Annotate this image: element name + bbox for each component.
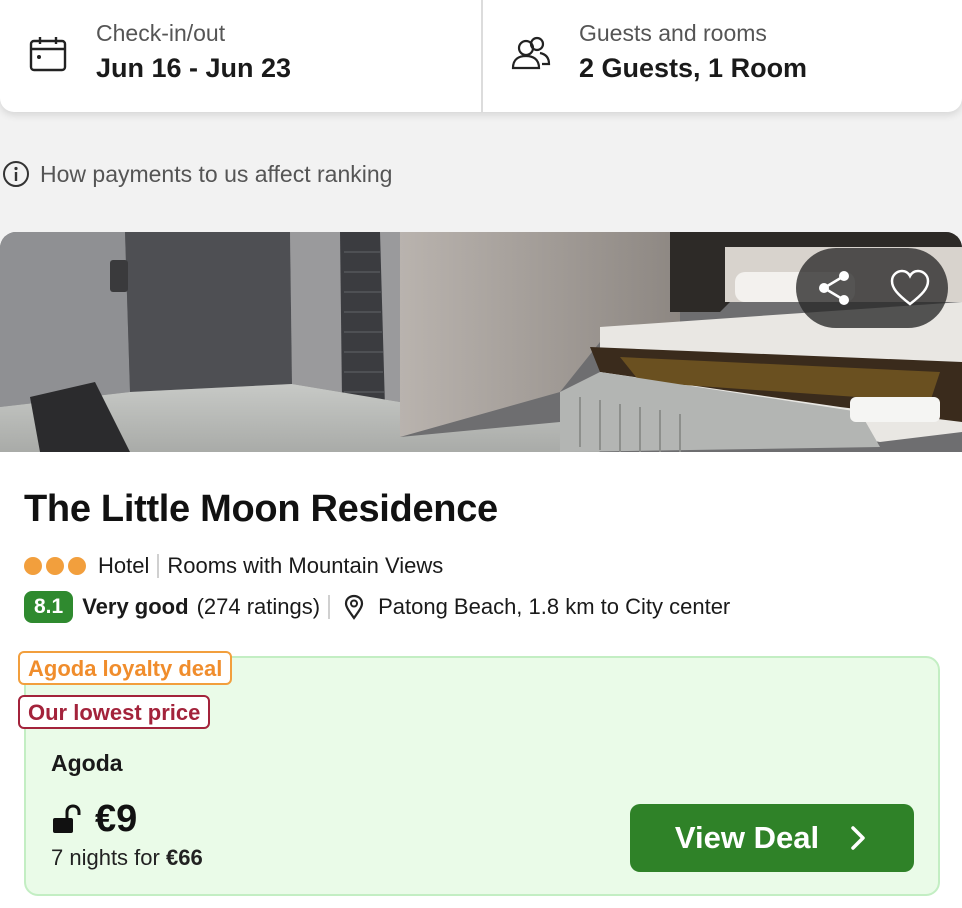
checkin-label: Check-in/out — [96, 20, 226, 46]
star-dot — [68, 557, 86, 575]
favorite-button[interactable] — [887, 265, 933, 311]
hotel-meta-row: Hotel Rooms with Mountain Views — [24, 552, 443, 580]
share-icon — [819, 271, 849, 305]
map-pin-icon — [344, 594, 364, 620]
rating-word: Very good — [82, 594, 189, 619]
total-price: €66 — [165, 845, 203, 870]
star-rating — [24, 557, 86, 575]
rating-count[interactable]: (274 ratings) — [197, 594, 321, 620]
guests-field[interactable]: Guests and rooms 2 Guests, 1 Room — [483, 0, 962, 112]
view-deal-button[interactable]: View Deal — [630, 804, 914, 872]
divider — [328, 595, 331, 619]
hotel-type: Hotel — [98, 553, 150, 578]
calendar-icon — [29, 37, 67, 72]
info-icon — [3, 161, 29, 187]
heart-icon — [890, 269, 930, 306]
unlock-icon — [53, 803, 81, 833]
checkin-value: Jun 16 - Jun 23 — [96, 53, 292, 83]
share-button[interactable] — [811, 265, 857, 311]
total-price-line: 7 nights for €66 — [51, 845, 203, 871]
score-badge: 8.1 — [24, 591, 74, 623]
hotel-location[interactable]: Patong Beach, 1.8 km to City center — [378, 594, 730, 620]
chevron-right-icon — [851, 826, 865, 850]
checkin-field[interactable]: Check-in/out Jun 16 - Jun 23 — [0, 0, 483, 112]
nights-prefix: 7 nights for — [51, 845, 160, 870]
photo-actions — [796, 248, 948, 328]
ranking-info-link[interactable]: How payments to us affect ranking — [2, 160, 392, 188]
ranking-note-text: How payments to us affect ranking — [40, 160, 393, 187]
deal-provider: Agoda — [51, 750, 123, 776]
star-dot — [24, 557, 42, 575]
view-deal-label: View Deal — [674, 820, 820, 855]
hotel-feature: Rooms with Mountain Views — [167, 553, 444, 578]
star-dot — [46, 557, 64, 575]
rating-location-row: 8.1 Very good (274 ratings) Patong Beach… — [24, 591, 730, 623]
lowest-price-tag: Our lowest price — [18, 695, 211, 729]
loyalty-deal-tag: Agoda loyalty deal — [18, 651, 233, 685]
price-row: €9 — [51, 798, 137, 841]
search-bar: Check-in/out Jun 16 - Jun 23 Guests and … — [0, 0, 962, 112]
guests-value: 2 Guests, 1 Room — [579, 53, 808, 83]
guests-label: Guests and rooms — [579, 20, 767, 46]
divider — [157, 554, 160, 578]
hotel-name[interactable]: The Little Moon Residence — [24, 488, 498, 531]
nightly-price: €9 — [95, 798, 138, 840]
users-icon — [511, 36, 551, 70]
